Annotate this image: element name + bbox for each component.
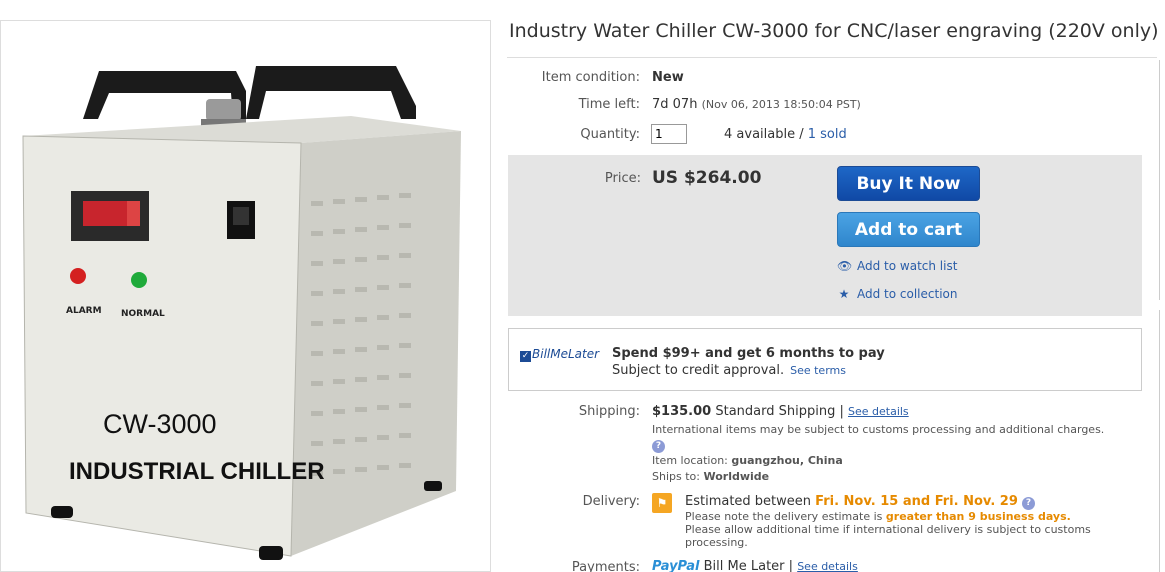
time-left-end: (Nov 06, 2013 18:50:04 PST)	[701, 98, 861, 111]
ships-to-value: Worldwide	[703, 470, 770, 483]
shipping-help[interactable]: ?	[652, 437, 665, 453]
price-label: Price:	[604, 171, 641, 186]
delivery-range: Fri. Nov. 15 and Fri. Nov. 29	[815, 494, 1018, 509]
help-icon[interactable]: ?	[652, 440, 665, 453]
bill-me-later-subtext: Subject to credit approval. See terms	[612, 363, 846, 378]
delivery-estimate: Estimated between Fri. Nov. 15 and Fri. …	[685, 494, 1036, 510]
bill-me-later-box: ✓ BillMeLater Spend $99+ and get 6 months…	[508, 328, 1142, 391]
title-divider	[507, 57, 1157, 58]
quantity-label: Quantity:	[580, 127, 640, 142]
product-image[interactable]: ALARM NORMAL CW-3000 INDUSTRIAL CHILLER	[0, 20, 491, 572]
watch-list-label: Add to watch list	[857, 259, 958, 273]
delivery-note-2: Please allow additional time if internat…	[685, 523, 1091, 549]
checkmark-icon: ✓	[520, 351, 531, 362]
add-to-cart-button[interactable]: Add to cart	[837, 212, 980, 247]
paypal-logo-pal: Pal	[677, 559, 700, 572]
item-details-panel: Industry Water Chiller CW-3000 for CNC/l…	[507, 0, 1165, 572]
availability-separator: /	[795, 127, 808, 142]
payment-method: Bill Me Later	[703, 559, 785, 572]
buy-it-now-button[interactable]: Buy It Now	[837, 166, 980, 201]
item-location: Item location: guangzhou, China	[652, 454, 843, 467]
sidebar-edge-lower	[1159, 310, 1165, 572]
add-to-watch-list-link[interactable]: 👁 Add to watch list	[837, 259, 957, 273]
shipping-label: Shipping:	[578, 404, 640, 419]
time-left-remaining: 7d 07h	[652, 97, 698, 112]
shipping-separator: |	[835, 404, 848, 419]
see-terms-link[interactable]: See terms	[790, 364, 846, 377]
item-location-value: guangzhou, China	[731, 454, 843, 467]
ships-to: Ships to: Worldwide	[652, 470, 769, 483]
sold-count-link[interactable]: 1 sold	[808, 127, 847, 142]
ships-to-label: Ships to:	[652, 470, 700, 483]
chiller-label: INDUSTRIAL CHILLER	[69, 458, 325, 485]
delivery-note-prefix: Please note the delivery estimate is	[685, 510, 883, 523]
payments-label: Payments:	[571, 560, 640, 572]
bill-me-later-logo-text: BillMeLater	[532, 347, 600, 361]
delivery-note-emphasis: greater than 9 business days.	[885, 510, 1071, 523]
payments-separator: |	[788, 559, 794, 572]
star-icon: ★	[838, 287, 850, 301]
condition-label: Item condition:	[541, 70, 640, 85]
shipping-value: $135.00 Standard Shipping | See details	[652, 404, 909, 419]
quantity-input[interactable]	[651, 124, 687, 144]
bill-me-later-logo: ✓ BillMeLater	[520, 347, 599, 362]
payments-see-details-link[interactable]: See details	[797, 560, 858, 572]
shipping-see-details-link[interactable]: See details	[848, 405, 909, 418]
delivery-note-1: Please note the delivery estimate is gre…	[685, 510, 1071, 523]
price-box: Price: US $264.00 Buy It Now Add to cart…	[508, 155, 1142, 316]
time-left-label: Time left:	[578, 97, 640, 112]
model-label: CW-3000	[103, 409, 217, 439]
delivery-label: Delivery:	[582, 494, 640, 509]
flag-icon: ⚑	[652, 493, 672, 513]
paypal-logo: PayPal	[652, 559, 699, 572]
collection-label: Add to collection	[857, 287, 958, 301]
availability: 4 available / 1 sold	[724, 127, 847, 142]
shipping-method: Standard Shipping	[715, 404, 836, 419]
sidebar-edge	[1159, 60, 1165, 300]
bill-me-later-headline: Spend $99+ and get 6 months to pay	[612, 346, 885, 361]
delivery-help-icon[interactable]: ?	[1022, 497, 1036, 510]
alarm-label: ALARM	[66, 306, 102, 316]
item-location-label: Item location:	[652, 454, 728, 467]
price-value: US $264.00	[652, 168, 762, 188]
payments-value: PayPal Bill Me Later | See details	[652, 559, 858, 572]
paypal-logo-pay: Pay	[652, 559, 678, 572]
normal-label: NORMAL	[121, 309, 165, 319]
time-left-value: 7d 07h (Nov 06, 2013 18:50:04 PST)	[652, 97, 861, 112]
condition-value: New	[652, 70, 684, 85]
add-to-collection-link[interactable]: ★ Add to collection	[837, 287, 958, 301]
available-count: 4 available	[724, 127, 796, 142]
item-title: Industry Water Chiller CW-3000 for CNC/l…	[509, 20, 1159, 42]
intl-shipping-note: International items may be subject to cu…	[652, 423, 1105, 436]
delivery-estimate-prefix: Estimated between	[685, 494, 812, 509]
credit-approval-text: Subject to credit approval.	[612, 363, 785, 378]
shipping-cost: $135.00	[652, 404, 712, 419]
eye-icon: 👁	[837, 259, 853, 273]
